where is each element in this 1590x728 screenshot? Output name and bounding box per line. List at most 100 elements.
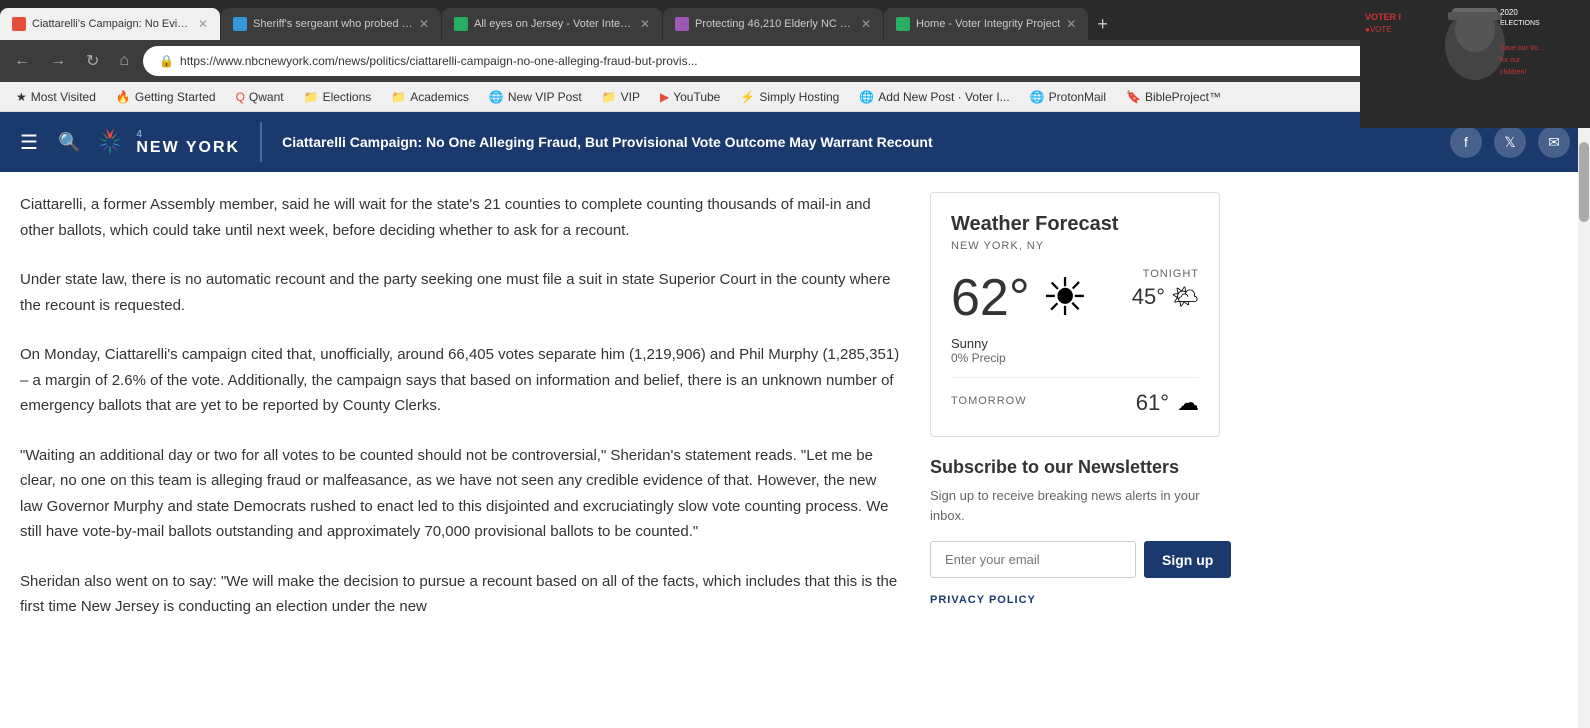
twitter-icon[interactable]: 𝕏 <box>1494 126 1526 158</box>
email-share-icon[interactable]: ✉ <box>1538 126 1570 158</box>
article-paragraph-1: Ciattarelli, a former Assembly member, s… <box>20 192 900 243</box>
tab-1-close[interactable]: ✕ <box>198 17 208 31</box>
tab-3-close[interactable]: ✕ <box>640 17 650 31</box>
sun-icon: ☀ <box>1042 272 1089 324</box>
svg-text:2020: 2020 <box>1500 8 1518 17</box>
weather-precip: 0% Precip <box>951 351 1199 365</box>
tab-bar: Ciattarelli's Campaign: No Evid... ✕ She… <box>0 0 1590 40</box>
qwant-icon: Q <box>236 90 245 104</box>
url-display: https://www.nbcnewyork.com/news/politics… <box>180 54 698 68</box>
nbc-city: NEW YORK <box>136 140 240 156</box>
back-button[interactable]: ← <box>8 48 36 74</box>
bookmark-vip[interactable]: 📁 VIP <box>594 88 648 106</box>
nbc-number: 4 <box>136 129 240 140</box>
webcam-feed: VOTER I ●VOTE 2020 ELECTIONS Save our Vo… <box>1360 0 1590 128</box>
most-visited-icon: ★ <box>16 90 27 104</box>
tab-4-close[interactable]: ✕ <box>861 17 871 31</box>
tab-3-title: All eyes on Jersey - Voter Integr... <box>474 18 634 30</box>
bookmark-qwant[interactable]: Q Qwant <box>228 88 292 106</box>
tab-2[interactable]: Sheriff's sergeant who probed w... ✕ <box>221 8 441 40</box>
nbc-header-divider <box>260 122 262 162</box>
scrollbar-thumb[interactable] <box>1579 142 1589 222</box>
article-paragraph-3: On Monday, Ciattarelli's campaign cited … <box>20 342 900 419</box>
address-bar-row: ← → ↻ ⌂ 🔒 https://www.nbcnewyork.com/new… <box>0 40 1590 82</box>
tab-4-title: Protecting 46,210 Elderly NC Vo... <box>695 18 855 30</box>
sidebar: Weather ForecastNEW YORK, NY62°☀TONIGHT4… <box>930 192 1220 644</box>
tomorrow-cloud-icon: ☁ <box>1177 390 1199 416</box>
social-icons: f 𝕏 ✉ <box>1450 126 1570 158</box>
newsletter-title: Subscribe to our Newsletters <box>930 457 1220 478</box>
bookmark-simply-hosting[interactable]: ⚡ Simply Hosting <box>732 88 847 106</box>
tab-5[interactable]: Home - Voter Integrity Project ✕ <box>884 8 1088 40</box>
getting-started-icon: 🔥 <box>116 90 131 104</box>
bookmark-academics[interactable]: 📁 Academics <box>383 88 477 106</box>
bookmark-add-new-post[interactable]: 🌐 Add New Post · Voter I... <box>851 88 1017 106</box>
bookmark-bible-project[interactable]: 🔖 BibleProject™ <box>1118 88 1229 106</box>
tab-4[interactable]: Protecting 46,210 Elderly NC Vo... ✕ <box>663 8 883 40</box>
webcam-panel: VOTER I ●VOTE 2020 ELECTIONS Save our Vo… <box>1360 0 1590 128</box>
svg-text:for our: for our <box>1500 57 1521 64</box>
newsletter-form: Sign up <box>930 541 1220 578</box>
svg-text:children!: children! <box>1500 69 1527 76</box>
bookmark-youtube-label: YouTube <box>673 90 720 104</box>
svg-text:Save our Vo...: Save our Vo... <box>1500 45 1544 52</box>
facebook-icon[interactable]: f <box>1450 126 1482 158</box>
bookmark-new-vip-post-label: New VIP Post <box>508 90 582 104</box>
bookmark-add-new-post-label: Add New Post · Voter I... <box>878 90 1009 104</box>
main-content: Ciattarelli, a former Assembly member, s… <box>0 172 1240 664</box>
bookmark-academics-label: Academics <box>410 90 469 104</box>
tab-4-favicon <box>675 17 689 31</box>
new-vip-post-icon: 🌐 <box>489 90 504 104</box>
bookmark-protonmail[interactable]: 🌐 ProtonMail <box>1022 88 1114 106</box>
tab-1[interactable]: Ciattarelli's Campaign: No Evid... ✕ <box>0 8 220 40</box>
article-paragraph-5: Sheridan also went on to say: "We will m… <box>20 569 900 620</box>
youtube-icon: ▶ <box>660 90 669 104</box>
simply-hosting-icon: ⚡ <box>740 90 755 104</box>
weather-widget: Weather ForecastNEW YORK, NY62°☀TONIGHT4… <box>930 192 1220 437</box>
bookmark-vip-label: VIP <box>621 90 640 104</box>
reload-button[interactable]: ↻ <box>80 47 105 75</box>
svg-text:VOTER I: VOTER I <box>1365 12 1401 22</box>
weather-desc: Sunny <box>951 336 1199 351</box>
hamburger-menu-icon[interactable]: ☰ <box>20 130 38 155</box>
email-input[interactable] <box>930 541 1136 578</box>
bookmark-youtube[interactable]: ▶ YouTube <box>652 88 728 106</box>
article-body: Ciattarelli, a former Assembly member, s… <box>20 192 900 644</box>
tab-5-close[interactable]: ✕ <box>1066 17 1076 31</box>
webcam-image: VOTER I ●VOTE 2020 ELECTIONS Save our Vo… <box>1360 0 1590 128</box>
weather-divider <box>951 377 1199 378</box>
bookmarks-bar: ★ Most Visited 🔥 Getting Started Q Qwant… <box>0 82 1590 112</box>
bookmark-elections-label: Elections <box>323 90 372 104</box>
tab-3[interactable]: All eyes on Jersey - Voter Integr... ✕ <box>442 8 662 40</box>
bookmark-getting-started-label: Getting Started <box>135 90 216 104</box>
tonight-label: TONIGHT <box>1132 268 1199 280</box>
bookmark-bible-project-label: BibleProject™ <box>1145 90 1221 104</box>
bookmark-getting-started[interactable]: 🔥 Getting Started <box>108 88 224 106</box>
headline-ticker: Ciattarelli Campaign: No One Alleging Fr… <box>282 133 1450 151</box>
tab-2-favicon <box>233 17 247 31</box>
nbc-logo-area: ☰ 🔍 4 NEW Y <box>20 124 240 160</box>
bookmark-qwant-label: Qwant <box>249 90 284 104</box>
bookmark-new-vip-post[interactable]: 🌐 New VIP Post <box>481 88 590 106</box>
weather-location: NEW YORK, NY <box>951 240 1199 252</box>
nbc-logo: 4 NEW YORK <box>92 124 240 160</box>
bookmark-most-visited[interactable]: ★ Most Visited <box>8 88 104 106</box>
privacy-policy-link[interactable]: PRIVACY POLICY <box>930 594 1036 606</box>
new-tab-button[interactable]: + <box>1089 8 1116 40</box>
search-icon[interactable]: 🔍 <box>58 132 80 153</box>
svg-text:●VOTE: ●VOTE <box>1365 25 1392 34</box>
vip-folder-icon: 📁 <box>602 90 617 104</box>
address-bar[interactable]: 🔒 https://www.nbcnewyork.com/news/politi… <box>143 46 1464 76</box>
nbc-header: ☰ 🔍 4 NEW Y <box>0 112 1590 172</box>
bookmark-elections[interactable]: 📁 Elections <box>296 88 380 106</box>
home-button[interactable]: ⌂ <box>113 48 135 74</box>
newsletter-section: Subscribe to our Newsletters Sign up to … <box>930 457 1220 606</box>
signup-button[interactable]: Sign up <box>1144 541 1231 578</box>
forward-button[interactable]: → <box>44 48 72 74</box>
tab-2-close[interactable]: ✕ <box>419 17 429 31</box>
protonmail-icon: 🌐 <box>1030 90 1045 104</box>
tab-2-title: Sheriff's sergeant who probed w... <box>253 18 413 30</box>
newsletter-description: Sign up to receive breaking news alerts … <box>930 486 1220 525</box>
weather-title: Weather Forecast <box>951 213 1199 236</box>
tonight-cloud-icon: 🌤 <box>1171 284 1199 310</box>
